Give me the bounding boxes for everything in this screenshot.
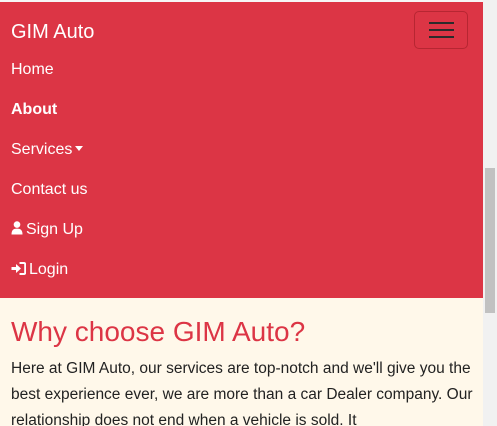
navbar: GIM Auto Home About Services Contact us … — [0, 2, 483, 298]
caret-down-icon — [75, 146, 84, 152]
nav-link-home[interactable]: Home — [11, 58, 54, 82]
hamburger-menu-icon — [429, 22, 454, 24]
intro-paragraph: Here at GIM Auto, our services are top-n… — [11, 360, 473, 426]
main-content: Why choose GIM Auto? Here at GIM Auto, o… — [0, 298, 483, 426]
nav-link-services-dropdown[interactable]: Services — [11, 138, 84, 162]
navbar-toggler-button[interactable] — [414, 11, 468, 49]
nav-link-login[interactable]: Login — [11, 258, 68, 282]
nav-link-label: Home — [11, 61, 54, 78]
nav-link-label: About — [11, 101, 58, 118]
nav-link-sign-up[interactable]: Sign Up — [11, 218, 83, 242]
navbar-brand[interactable]: GIM Auto — [11, 20, 94, 44]
page: GIM Auto Home About Services Contact us … — [0, 0, 497, 426]
nav-link-about[interactable]: About — [11, 98, 57, 122]
nav-link-label: Login — [29, 261, 69, 278]
vertical-scrollbar[interactable] — [483, 0, 497, 426]
nav-link-label: Sign Up — [26, 221, 83, 238]
sign-in-icon — [11, 261, 26, 275]
nav-link-label: Services — [11, 141, 73, 158]
nav-link-contact[interactable]: Contact us — [11, 178, 87, 202]
page-heading: Why choose GIM Auto? — [11, 316, 306, 347]
user-icon — [11, 221, 23, 235]
scrollbar-thumb[interactable] — [485, 168, 495, 313]
nav-link-label: Contact us — [11, 181, 88, 198]
